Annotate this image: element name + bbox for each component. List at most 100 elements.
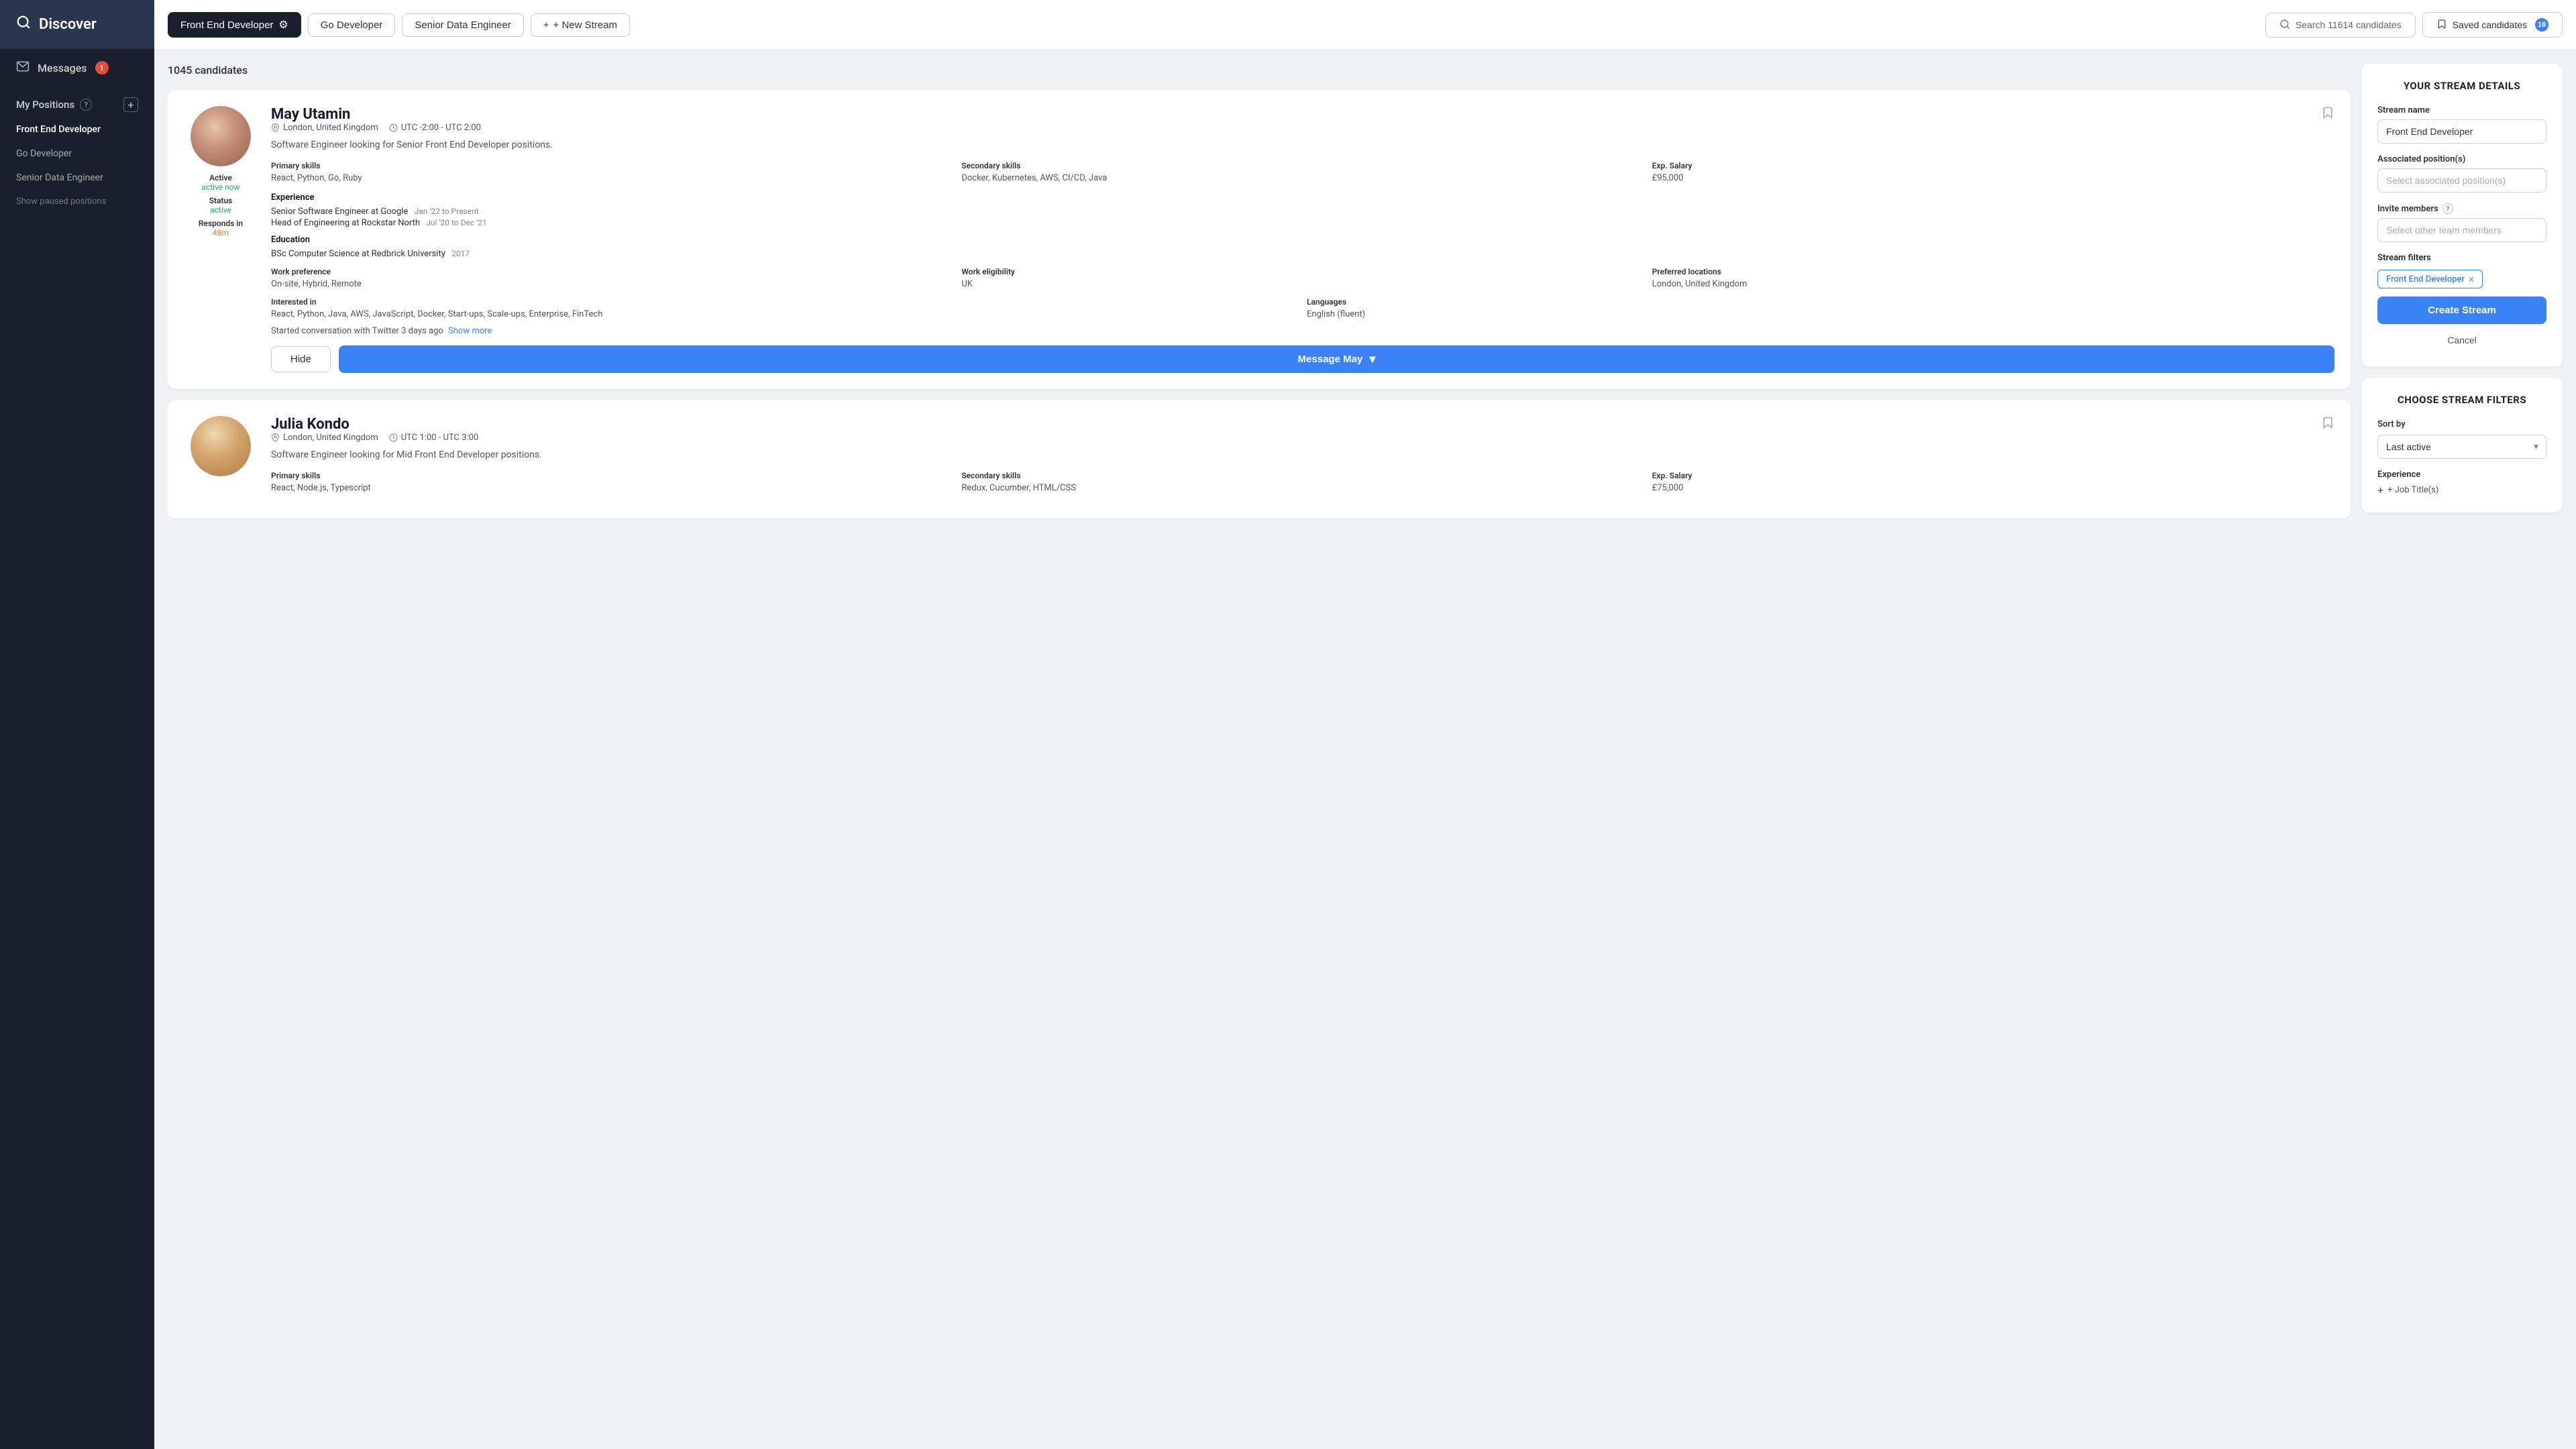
saved-badge: 18 [2535, 18, 2548, 32]
exp-salary-may: Exp. Salary £95,000 [1652, 161, 2334, 183]
hide-button-may[interactable]: Hide [271, 346, 331, 372]
content-area: 1045 candidates Active active now Status… [154, 50, 2576, 1449]
messages-badge: 1 [95, 61, 109, 74]
stream-filters-card: CHOOSE STREAM FILTERS Sort by Last activ… [2361, 378, 2563, 513]
experience-title-may: Experience [271, 193, 2334, 203]
sort-select[interactable]: Last active Newest Most relevant [2377, 435, 2546, 459]
new-stream-label: + New Stream [553, 19, 617, 31]
stream-filters-section: Stream filters Front End Developer × [2377, 253, 2546, 297]
stream-filters-label: Stream filters [2377, 253, 2546, 263]
sidebar-positions-header: My Positions ? + [0, 87, 154, 117]
responds-time-may: 48m [213, 228, 229, 237]
candidate-name-may: May Utamin London, United Kingdom UTC -2… [271, 106, 481, 136]
candidate-meta-julia: London, United Kingdom UTC 1:00 - UTC 3:… [271, 433, 478, 443]
invite-members-input[interactable] [2377, 218, 2546, 242]
candidate-header-may: May Utamin London, United Kingdom UTC -2… [271, 106, 2334, 136]
exp-item-2-may: Head of Engineering at Rockstar North Ju… [271, 218, 2334, 228]
candidate-bio-may: Software Engineer looking for Senior Fro… [271, 140, 2334, 150]
sidebar-item-go[interactable]: Go Developer [0, 142, 154, 166]
tab-senior-data-label: Senior Data Engineer [415, 19, 511, 31]
work-eligibility-may: Work eligibility UK [961, 267, 1644, 289]
positions-label: My Positions [16, 99, 74, 111]
job-title-label: + Job Title(s) [2387, 485, 2438, 495]
chevron-down-icon: ▾ [1369, 352, 1375, 366]
stream-details-card: YOUR STREAM DETAILS Stream name Associat… [2361, 64, 2563, 367]
candidate-info-may: May Utamin London, United Kingdom UTC -2… [271, 106, 2334, 373]
tab-frontend[interactable]: Front End Developer ⚙ [168, 12, 301, 38]
gear-icon: ⚙ [278, 18, 288, 32]
timezone-may: UTC -2:00 - UTC 2:00 [389, 123, 481, 133]
active-label-may: Active [209, 173, 232, 182]
exp-salary-julia: Exp. Salary £75,000 [1652, 471, 2334, 493]
prefs-grid-may: Work preference On-site, Hybrid, Remote … [271, 267, 2334, 289]
message-button-may[interactable]: Message May ▾ [339, 345, 2334, 373]
primary-skills-julia: Primary skills React, Node.js, Typescrip… [271, 471, 953, 493]
candidates-list: 1045 candidates Active active now Status… [168, 64, 2361, 1436]
sidebar-show-paused[interactable]: Show paused positions [0, 190, 154, 213]
associated-positions-input[interactable] [2377, 168, 2546, 193]
create-stream-button[interactable]: Create Stream [2377, 297, 2546, 324]
secondary-skills-julia: Secondary skills Redux, Cucumber, HTML/C… [961, 471, 1644, 493]
languages-may: Languages English (fluent) [1307, 297, 2334, 319]
bookmark-btn-julia[interactable] [2321, 416, 2334, 433]
candidate-avatar-section-may: Active active now Status active Responds… [184, 106, 258, 373]
candidates-count: 1045 candidates [168, 64, 2351, 76]
work-preference-may: Work preference On-site, Hybrid, Remote [271, 267, 953, 289]
stream-name-field: Stream name [2377, 105, 2546, 144]
interests-section-may: Interested in React, Python, Java, AWS, … [271, 297, 2334, 319]
cancel-button[interactable]: Cancel [2377, 329, 2546, 351]
main-content: Front End Developer ⚙ Go Developer Senio… [154, 0, 2576, 1449]
stream-name-input[interactable] [2377, 119, 2546, 144]
plus-icon: + [543, 19, 549, 31]
experience-label: Experience [2377, 470, 2546, 480]
stream-name-label: Stream name [2377, 105, 2546, 115]
filter-tag-frontend: Front End Developer × [2377, 270, 2483, 288]
candidate-card-julia: Julia Kondo London, United Kingdom UTC 1… [168, 400, 2351, 519]
right-panel: YOUR STREAM DETAILS Stream name Associat… [2361, 64, 2563, 1436]
add-job-title[interactable]: + + Job Title(s) [2377, 484, 2546, 496]
associated-positions-label: Associated position(s) [2377, 154, 2546, 164]
invite-help-icon[interactable]: ? [2443, 203, 2453, 214]
search-icon [16, 15, 31, 34]
bookmark-btn-may[interactable] [2321, 106, 2334, 123]
primary-skills-may: Primary skills React, Python, Go, Ruby [271, 161, 953, 183]
bookmark-icon [2436, 19, 2447, 32]
choose-filters-title: CHOOSE STREAM FILTERS [2377, 394, 2546, 406]
invite-members-label: Invite members ? [2377, 203, 2546, 214]
sort-by-label: Sort by [2377, 419, 2546, 429]
avatar-may [191, 106, 251, 166]
card-actions-may: Hide Message May ▾ [271, 345, 2334, 373]
sidebar-messages[interactable]: Messages 1 [0, 48, 154, 87]
positions-help-icon[interactable]: ? [80, 99, 92, 111]
plus-icon: + [2377, 484, 2383, 496]
location-julia: London, United Kingdom [271, 433, 378, 443]
status-label-may: Status [209, 196, 233, 205]
mail-icon [16, 60, 30, 76]
search-button[interactable]: Search 11614 candidates [2265, 13, 2416, 38]
search-label: Search 11614 candidates [2296, 19, 2402, 30]
responds-label-may: Responds in [199, 219, 243, 228]
experience-list-may: Senior Software Engineer at Google Jan '… [271, 207, 2334, 228]
tab-senior-data[interactable]: Senior Data Engineer [402, 13, 523, 37]
top-nav: Front End Developer ⚙ Go Developer Senio… [154, 0, 2576, 50]
tab-go[interactable]: Go Developer [308, 13, 396, 37]
sidebar-discover[interactable]: Discover [0, 0, 154, 48]
avatar-julia [191, 416, 251, 476]
secondary-skills-may: Secondary skills Docker, Kubernetes, AWS… [961, 161, 1644, 183]
timezone-julia: UTC 1:00 - UTC 3:00 [389, 433, 479, 443]
saved-candidates-button[interactable]: Saved candidates 18 [2422, 12, 2563, 38]
candidate-name-julia-wrap: Julia Kondo London, United Kingdom UTC 1… [271, 416, 478, 445]
sidebar-item-senior-data[interactable]: Senior Data Engineer [0, 166, 154, 190]
preferred-locations-may: Preferred locations London, United Kingd… [1652, 267, 2334, 289]
conversation-note-may: Started conversation with Twitter 3 days… [271, 326, 2334, 336]
discover-label: Discover [39, 16, 97, 33]
add-position-icon[interactable]: + [123, 97, 138, 112]
sidebar: Discover Messages 1 My Positions ? + Fro… [0, 0, 154, 1449]
messages-label: Messages [38, 62, 87, 74]
sort-select-wrapper: Last active Newest Most relevant [2377, 435, 2546, 459]
sidebar-item-frontend[interactable]: Front End Developer [0, 117, 154, 142]
show-more-may[interactable]: Show more [448, 326, 492, 336]
remove-filter-button[interactable]: × [2469, 274, 2474, 284]
location-may: London, United Kingdom [271, 123, 378, 133]
new-stream-button[interactable]: + + New Stream [531, 13, 630, 37]
